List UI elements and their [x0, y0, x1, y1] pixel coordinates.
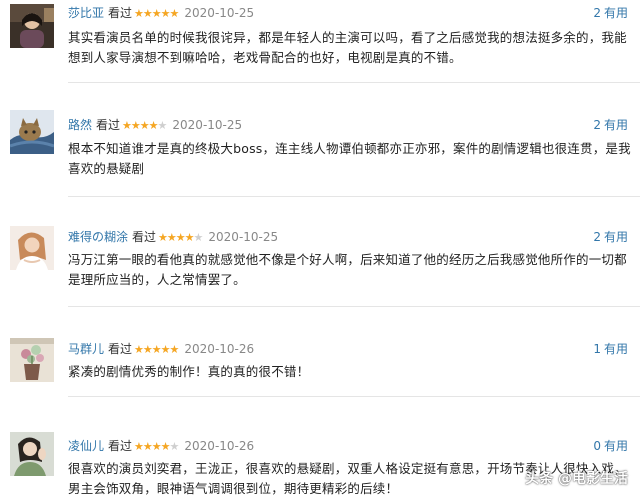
review-content: 其实看演员名单的时候我很诧异，都是年轻人的主演可以吗，看了之后感觉我的想法挺多余… [68, 30, 627, 65]
review-content: 冯万江第一眼的看他真的就感觉他不像是个好人啊，后来知道了他的经历之后我感觉他所作… [68, 252, 627, 287]
star-filled-icon: ★ [151, 440, 162, 453]
divider [68, 396, 640, 397]
avatar[interactable] [10, 110, 54, 154]
avatar-girl-icon [10, 226, 54, 270]
review-date: 2020-10-26 [184, 439, 255, 453]
useful-count: 2 [593, 118, 601, 132]
star-filled-icon: ★ [160, 343, 171, 356]
avatar[interactable] [10, 4, 54, 48]
useful-count: 0 [593, 439, 601, 453]
author-link[interactable]: 难得の糊涂 [68, 230, 128, 244]
avatar[interactable] [10, 432, 54, 476]
star-filled-icon: ★ [160, 7, 171, 20]
useful-label: 有用 [603, 342, 628, 356]
useful-label: 有用 [603, 6, 628, 20]
review-meta: 凌仙儿 看过 ★★★★★ 2020-10-26 [68, 438, 254, 454]
rating-stars: ★★★★★ [134, 342, 180, 358]
useful-button[interactable]: 2 有用 [593, 117, 628, 133]
avatar-woman-hand-icon [10, 432, 54, 476]
star-empty-icon: ★ [169, 440, 180, 453]
author-link[interactable]: 凌仙儿 [68, 439, 104, 453]
useful-label: 有用 [603, 230, 628, 244]
useful-count: 1 [593, 342, 601, 356]
star-filled-icon: ★ [139, 119, 150, 132]
review-meta: 路然 看过 ★★★★★ 2020-10-25 [68, 117, 242, 133]
rating-stars: ★★★★★ [134, 439, 180, 455]
review-meta: 难得の糊涂 看过 ★★★★★ 2020-10-25 [68, 229, 278, 245]
watched-label: 看过 [108, 342, 133, 356]
avatar-woman-icon [10, 4, 54, 48]
avatar[interactable] [10, 338, 54, 382]
watched-label: 看过 [132, 230, 157, 244]
avatar-flowers-icon [10, 338, 54, 382]
useful-label: 有用 [603, 439, 628, 453]
watched-label: 看过 [96, 118, 121, 132]
avatar[interactable] [10, 226, 54, 270]
star-filled-icon: ★ [184, 231, 195, 244]
rating-stars: ★★★★★ [134, 6, 180, 22]
star-filled-icon: ★ [166, 231, 177, 244]
star-filled-icon: ★ [142, 7, 153, 20]
star-filled-icon: ★ [169, 7, 180, 20]
star-filled-icon: ★ [158, 231, 168, 244]
review-date: 2020-10-25 [184, 6, 255, 20]
review-meta: 马群儿 看过 ★★★★★ 2020-10-26 [68, 341, 254, 357]
star-filled-icon: ★ [151, 7, 162, 20]
star-filled-icon: ★ [134, 343, 144, 356]
star-empty-icon: ★ [193, 231, 204, 244]
star-filled-icon: ★ [151, 343, 162, 356]
star-filled-icon: ★ [148, 119, 159, 132]
author-link[interactable]: 马群儿 [68, 342, 104, 356]
watched-label: 看过 [108, 439, 133, 453]
star-filled-icon: ★ [160, 440, 171, 453]
divider [68, 306, 640, 307]
avatar-cat-icon [10, 110, 54, 154]
useful-label: 有用 [603, 118, 628, 132]
rating-stars: ★★★★★ [158, 230, 204, 246]
rating-stars: ★★★★★ [122, 118, 168, 134]
star-filled-icon: ★ [122, 119, 132, 132]
author-link[interactable]: 莎比亚 [68, 6, 104, 20]
star-filled-icon: ★ [142, 440, 153, 453]
useful-button[interactable]: 2 有用 [593, 5, 628, 21]
star-filled-icon: ★ [130, 119, 141, 132]
star-filled-icon: ★ [134, 7, 144, 20]
star-empty-icon: ★ [157, 119, 168, 132]
watermark-text: 头条 @电影生活 [525, 471, 628, 487]
divider [68, 196, 640, 197]
useful-button[interactable]: 0 有用 [593, 438, 628, 454]
review-meta: 莎比亚 看过 ★★★★★ 2020-10-25 [68, 5, 254, 21]
review-date: 2020-10-25 [208, 230, 279, 244]
divider [68, 82, 640, 83]
useful-button[interactable]: 1 有用 [593, 341, 628, 357]
useful-count: 2 [593, 230, 601, 244]
star-filled-icon: ★ [134, 440, 144, 453]
review-content: 根本不知道谁才是真的终极大boss，连主线人物谭伯顿都亦正亦邪，案件的剧情逻辑也… [68, 141, 631, 176]
star-filled-icon: ★ [142, 343, 153, 356]
star-filled-icon: ★ [169, 343, 180, 356]
useful-count: 2 [593, 6, 601, 20]
review-content: 紧凑的剧情优秀的制作！真的真的很不错！ [68, 364, 310, 379]
review-date: 2020-10-26 [184, 342, 255, 356]
author-link[interactable]: 路然 [68, 118, 92, 132]
watched-label: 看过 [108, 6, 133, 20]
useful-button[interactable]: 2 有用 [593, 229, 628, 245]
star-filled-icon: ★ [175, 231, 186, 244]
review-date: 2020-10-25 [172, 118, 243, 132]
